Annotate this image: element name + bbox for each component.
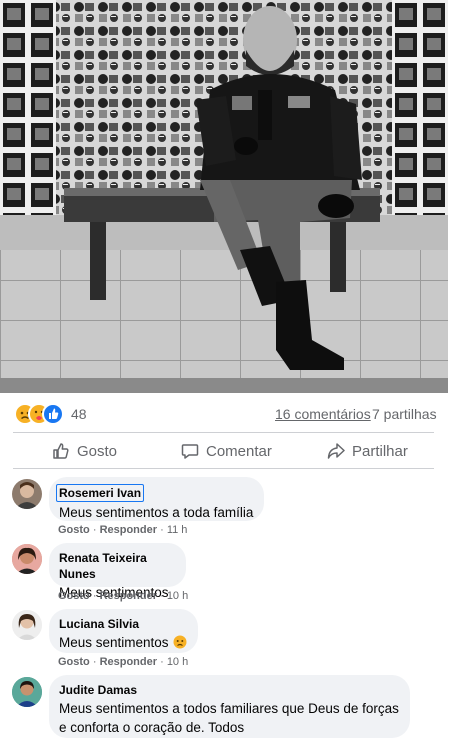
like-reaction-icon [42,403,64,425]
post-actions-bar: Gosto Comentar Partilhar [0,434,448,468]
comment-bubble: Renata Teixeira Nunes Meus sentimentos [49,543,186,600]
comment-reply-link[interactable]: Responder [100,524,157,536]
comment-meta: Gosto · Responder · 10 h [58,656,189,668]
comment-reply-link[interactable]: Responder [100,656,157,668]
photo-illustration [0,0,448,393]
share-button[interactable]: Partilhar [327,434,408,468]
comment-author[interactable]: Renata Teixeira Nunes [59,550,176,582]
share-arrow-icon [327,443,345,459]
like-button-label: Gosto [77,442,118,460]
like-button[interactable]: Gosto [52,434,117,468]
comment-reply-link[interactable]: Responder [100,590,157,602]
comment-button[interactable]: Comentar [181,434,272,468]
comment-like-link[interactable]: Gosto [58,656,90,668]
comment-time[interactable]: 10 h [167,656,188,668]
comment-author[interactable]: Judite Damas [59,682,400,698]
comment-author[interactable]: Luciana Silvia [59,616,188,632]
comment-bubble: Judite Damas Meus sentimentos a todos fa… [49,675,410,738]
comment-meta: Gosto · Responder · 10 h [58,590,189,602]
comment-text: Meus sentimentos a toda família [59,505,254,520]
sad-face-emoji-icon [173,635,187,649]
avatar[interactable] [12,610,42,640]
divider [13,432,434,433]
reaction-count[interactable]: 48 [71,406,87,422]
share-button-label: Partilhar [352,442,408,460]
thumbs-up-icon [53,443,69,459]
comment-text-row: Meus sentimentos [59,633,188,652]
shares-count[interactable]: 7 partilhas [372,406,437,422]
comment-bubble: Rosemeri Ivan Meus sentimentos a toda fa… [49,477,264,521]
comment-text: Meus sentimentos a todos familiares que … [59,701,399,735]
reactions-summary: 48 16 comentários 7 partilhas [0,393,448,433]
comment-like-link[interactable]: Gosto [58,590,90,602]
comment-bubble-icon [181,444,199,459]
post-photo[interactable] [0,0,448,393]
comment-author[interactable]: Rosemeri Ivan [56,484,145,502]
comment-bubble: Luciana Silvia Meus sentimentos [49,609,198,653]
comment-like-link[interactable]: Gosto [58,524,90,536]
avatar[interactable] [12,677,42,707]
reaction-icons[interactable] [14,403,66,425]
comment-text: Meus sentimentos [59,635,169,650]
comment-time[interactable]: 11 h [167,524,188,536]
comment-time[interactable]: 10 h [167,590,188,602]
divider [13,468,434,469]
comments-count-link[interactable]: 16 comentários [275,406,371,422]
comment-button-label: Comentar [206,442,272,460]
avatar[interactable] [12,479,42,509]
avatar[interactable] [12,544,42,574]
comment-meta: Gosto · Responder · 11 h [58,524,188,536]
